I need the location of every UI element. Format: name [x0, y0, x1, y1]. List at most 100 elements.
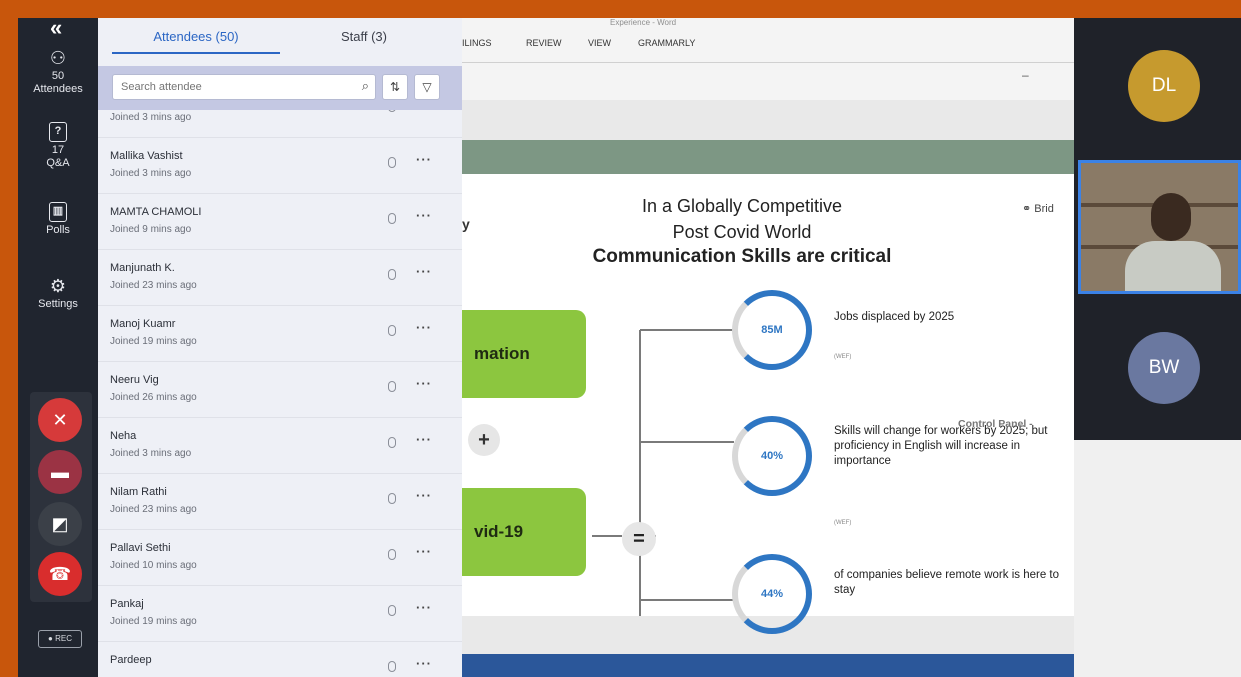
rail-qa[interactable]: ? 17 Q&A	[18, 122, 98, 170]
equals-icon: =	[622, 522, 656, 556]
mic-icon[interactable]	[388, 157, 396, 168]
list-item[interactable]: Mallika Vashist Joined 3 mins ago ···	[98, 138, 462, 194]
more-options-icon[interactable]: ···	[416, 376, 432, 391]
list-item[interactable]: Nilam Rathi Joined 23 mins ago ···	[98, 474, 462, 530]
attendee-name: Neeru Vig	[110, 374, 159, 386]
ribbon-divider	[462, 62, 1074, 63]
list-item[interactable]: Pallavi Sethi Joined 10 mins ago ···	[98, 530, 462, 586]
more-options-icon[interactable]: ···	[416, 488, 432, 503]
mic-icon[interactable]	[388, 605, 396, 616]
more-options-icon[interactable]: ···	[416, 432, 432, 447]
video-tile-bw[interactable]: BW	[1074, 298, 1241, 436]
ribbon-tab-grammarly[interactable]: GRAMMARLY	[638, 38, 695, 48]
mic-icon[interactable]	[388, 381, 396, 392]
stat-text-skills: Skills will change for workers by 2025; …	[834, 425, 1048, 467]
filter-button[interactable]: ▽	[414, 74, 440, 100]
more-options-icon[interactable]: ···	[416, 656, 432, 671]
attendee-joined: Joined 10 mins ago	[110, 560, 197, 571]
list-item[interactable]: Manjunath K. Joined 23 mins ago ···	[98, 250, 462, 306]
sort-button[interactable]: ⇅	[382, 74, 408, 100]
attendee-name: Pardeep	[110, 654, 152, 666]
more-options-icon[interactable]: ···	[416, 600, 432, 615]
more-options-icon[interactable]: ···	[416, 208, 432, 223]
mic-icon[interactable]	[388, 269, 396, 280]
list-item[interactable]: Pardeep ···	[98, 642, 462, 677]
hangup-icon: ☎	[48, 563, 72, 584]
attendee-joined: Joined 3 mins ago	[110, 168, 192, 179]
polls-icon: ▥	[49, 202, 67, 222]
stat-text-remote: of companies believe remote work is here…	[834, 569, 1059, 596]
more-options-icon[interactable]: ···	[416, 320, 432, 335]
mic-icon[interactable]	[388, 437, 396, 448]
ribbon-tab-mailings[interactable]: ILINGS	[462, 38, 492, 48]
mic-icon[interactable]	[388, 661, 396, 672]
attendee-name: Manoj Kuamr	[110, 318, 176, 330]
tab-staff[interactable]: Staff (3)	[280, 24, 448, 54]
question-icon: ?	[49, 122, 67, 142]
list-item[interactable]: Pankaj Joined 19 mins ago ···	[98, 586, 462, 642]
more-options-icon[interactable]: ···	[416, 152, 432, 167]
end-call-button[interactable]: ☎	[38, 552, 82, 596]
mic-icon[interactable]	[388, 325, 396, 336]
attendee-joined: Joined 3 mins ago	[110, 112, 192, 123]
avatar: BW	[1128, 332, 1200, 404]
rail-polls[interactable]: ▥ Polls	[18, 202, 98, 237]
stat-circle-remote: 44%	[732, 554, 812, 634]
participant-body	[1125, 241, 1221, 291]
ribbon-tab-view[interactable]: VIEW	[588, 38, 611, 48]
people-icon: ⚇	[49, 48, 67, 68]
mic-icon[interactable]	[388, 549, 396, 560]
more-options-icon[interactable]: ···	[416, 544, 432, 559]
rail-settings[interactable]: ⚙ Settings	[18, 276, 98, 311]
word-status-bar	[462, 654, 1074, 677]
slide: In a Globally Competitive Post Covid Wor…	[462, 140, 1074, 634]
rail-settings-label: Settings	[38, 298, 78, 310]
attendee-joined: Joined 26 mins ago	[110, 392, 197, 403]
record-indicator[interactable]: ● REC	[38, 630, 82, 648]
mic-icon[interactable]	[388, 110, 396, 112]
attendee-name: MAMTA CHAMOLI	[110, 206, 202, 218]
list-item[interactable]: Neha Joined 3 mins ago ···	[98, 418, 462, 474]
search-icon[interactable]: ⌕	[362, 78, 369, 94]
video-tile-dl[interactable]: DL	[1074, 18, 1241, 156]
mic-off-icon: ✕	[52, 409, 68, 430]
list-item[interactable]: MAMTA CHAMOLI Joined 9 mins ago ···	[98, 194, 462, 250]
mute-mic-button[interactable]: ✕	[38, 398, 82, 442]
stat-circle-skills: 40%	[732, 416, 812, 496]
rail-attendees[interactable]: ⚇ 50 Attendees	[18, 48, 98, 96]
tab-attendees[interactable]: Attendees (50)	[112, 24, 280, 54]
list-item[interactable]: Joined 3 mins ago ···	[98, 110, 462, 138]
more-options-icon[interactable]: ···	[416, 110, 432, 111]
stat-circle-jobs: 85M	[732, 290, 812, 370]
sort-icon: ⇅	[389, 80, 401, 94]
video-off-button[interactable]: ▬	[38, 450, 82, 494]
app-frame: « ⚇ 50 Attendees ? 17 Q&A ▥ Polls ⚙ Sett…	[18, 18, 1241, 677]
mic-icon[interactable]	[388, 493, 396, 504]
attendee-name: Pankaj	[110, 598, 144, 610]
list-item[interactable]: Neeru Vig Joined 26 mins ago ···	[98, 362, 462, 418]
attendee-joined: Joined 3 mins ago	[110, 448, 192, 459]
rail-attendees-count: 50	[51, 70, 65, 82]
video-tiles: DL BW	[1074, 18, 1241, 440]
mic-icon[interactable]	[388, 213, 396, 224]
participant-head	[1151, 193, 1191, 241]
minimize-icon[interactable]: –	[1022, 68, 1029, 82]
ribbon-tab-review[interactable]: REVIEW	[526, 38, 562, 48]
video-tile-camera[interactable]	[1078, 160, 1241, 294]
share-screen-button[interactable]: ◩	[38, 502, 82, 546]
left-rail: « ⚇ 50 Attendees ? 17 Q&A ▥ Polls ⚙ Sett…	[18, 18, 98, 677]
stat-text-jobs: Jobs displaced by 2025	[834, 311, 955, 323]
stat-value: 40%	[760, 450, 784, 462]
record-label: REC	[55, 634, 72, 643]
rail-polls-label: Polls	[46, 224, 70, 236]
panel-tabs: Attendees (50) Staff (3)	[112, 24, 448, 54]
collapse-rail-button[interactable]: «	[50, 18, 62, 41]
slide-box-automation: mation	[462, 310, 586, 398]
shared-screen: Experience - Word ILINGS REVIEW VIEW GRA…	[462, 18, 1074, 677]
list-item[interactable]: Manoj Kuamr Joined 19 mins ago ···	[98, 306, 462, 362]
attendee-name: Pallavi Sethi	[110, 542, 171, 554]
slide-content: In a Globally Competitive Post Covid Wor…	[462, 140, 1074, 634]
search-input[interactable]	[113, 75, 343, 99]
search-field: ⌕	[112, 74, 376, 100]
more-options-icon[interactable]: ···	[416, 264, 432, 279]
